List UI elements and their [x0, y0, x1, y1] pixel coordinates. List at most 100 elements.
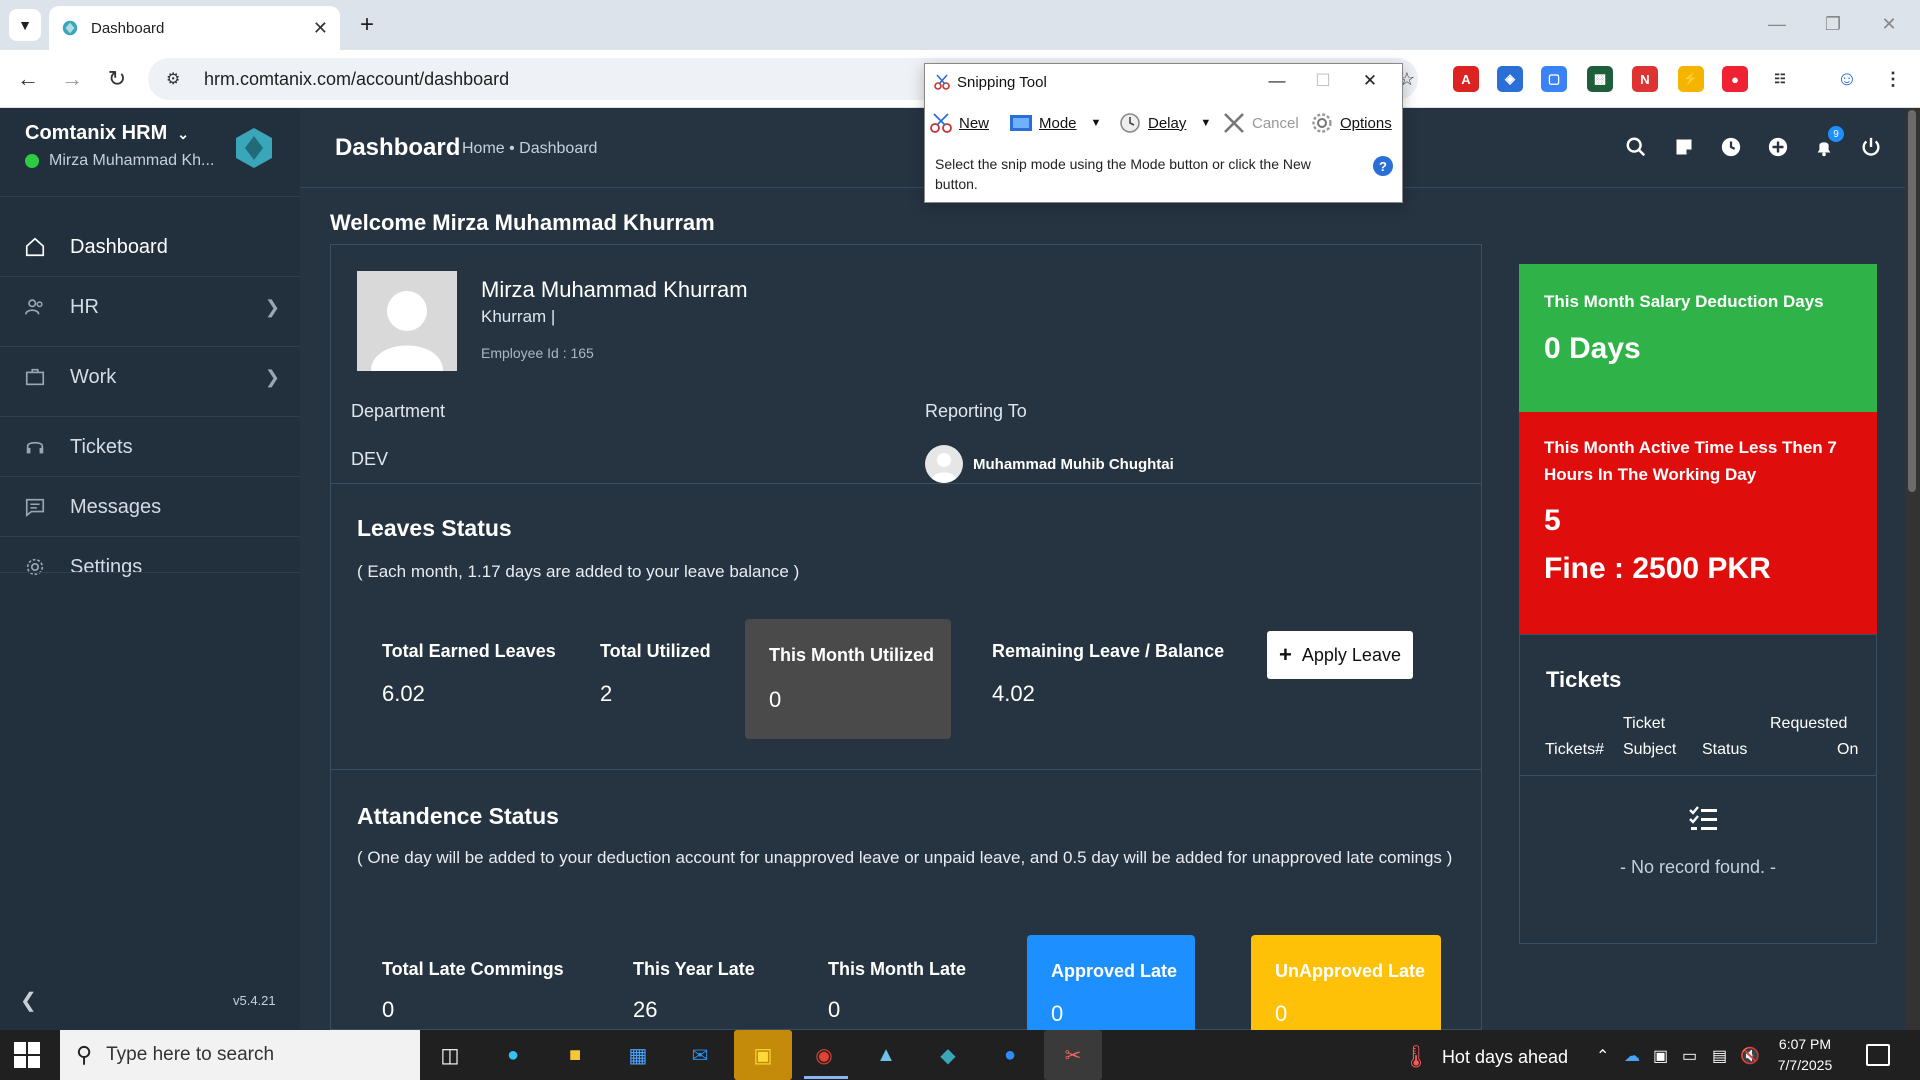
search-icon: ⚲ [76, 1042, 93, 1067]
tickets-title: Tickets [1546, 667, 1622, 692]
onedrive-icon[interactable]: ☁ [1624, 1046, 1640, 1066]
snip-options-button[interactable]: Options [1310, 110, 1392, 136]
snip-mode-label: Mode [1039, 114, 1077, 132]
microsoft-store-icon[interactable]: ▦ [618, 1038, 658, 1072]
chrome-icon[interactable]: ◉ [804, 1038, 844, 1072]
unapproved-late-box[interactable]: UnApproved Late 0 [1251, 935, 1441, 1035]
month-utilized-label: This Month Utilized [769, 645, 934, 665]
add-circle-icon[interactable] [1765, 134, 1791, 160]
bolt-extension-icon[interactable]: ⚡ [1678, 66, 1704, 92]
browser-menu-icon[interactable]: ⋮ [1880, 66, 1906, 92]
sidebar-item-label: Settings [70, 555, 143, 578]
sidebar-item-label: HR [70, 295, 99, 318]
snip-minimize-button[interactable]: — [1257, 68, 1297, 94]
tickets-empty-message: - No record found. - [1619, 857, 1777, 877]
volume-muted-icon[interactable]: 🔇 [1740, 1046, 1760, 1066]
new-badge-extension-icon[interactable]: N [1632, 66, 1658, 92]
back-button[interactable]: ← [13, 64, 43, 94]
help-icon[interactable]: ? [1373, 156, 1393, 176]
pdf-extension-icon[interactable]: A [1453, 66, 1479, 92]
scissors-icon [934, 74, 950, 90]
windows-start-icon[interactable] [14, 1042, 40, 1068]
sticky-notes-icon[interactable]: ▣ [734, 1030, 792, 1080]
apply-leave-button[interactable]: + Apply Leave [1267, 631, 1413, 679]
restore-window-button[interactable]: ❐ [1810, 6, 1856, 42]
leaves-note: ( Each month, 1.17 days are added to you… [357, 562, 800, 581]
site-favicon-icon [62, 20, 78, 36]
address-url: hrm.comtanix.com/account/dashboard [204, 68, 510, 89]
snip-mode-button[interactable]: Mode ▼ [1009, 110, 1101, 136]
sidebar-item-work[interactable]: Work ❯ [0, 348, 300, 406]
comtanix-logo-icon [236, 128, 272, 168]
app-sidebar: Comtanix HRM ⌄ Mirza Muhammad Kh... Dashb… [0, 108, 300, 1030]
docs-extension-icon[interactable]: ▢ [1541, 66, 1567, 92]
new-tab-button[interactable]: + [352, 10, 382, 40]
edge-browser-icon[interactable]: ● [493, 1038, 533, 1072]
folder-extension-icon[interactable]: ▩ [1587, 66, 1613, 92]
page-scrollbar-thumb[interactable] [1908, 110, 1916, 492]
sidebar-item-settings[interactable]: Settings [0, 538, 300, 596]
snipping-tool-taskbar-icon[interactable]: ✂ [1044, 1030, 1102, 1080]
approved-late-label: Approved Late [1051, 961, 1178, 981]
power-icon[interactable] [1858, 134, 1884, 160]
network-icon[interactable]: ▤ [1712, 1046, 1727, 1066]
reload-button[interactable]: ↻ [102, 64, 132, 94]
shield-extension-icon[interactable]: ◈ [1497, 66, 1523, 92]
snip-close-button[interactable]: ✕ [1350, 68, 1390, 94]
profile-avatar-icon[interactable]: ☺ [1834, 66, 1860, 92]
sidebar-item-hr[interactable]: HR ❯ [0, 278, 300, 336]
site-info-icon[interactable]: ⚙ [166, 69, 186, 89]
weather-widget[interactable]: 🌡 Hot days ahead [1402, 1044, 1568, 1070]
snip-cancel-label: Cancel [1252, 114, 1299, 132]
notes-icon[interactable] [1671, 134, 1697, 160]
task-view-icon[interactable]: ◫ [430, 1038, 470, 1072]
reporting-to-name[interactable]: Muhammad Muhib Chughtai [973, 456, 1174, 473]
dropdown-arrow-icon[interactable]: ▼ [1091, 117, 1102, 129]
comtanix-app-icon[interactable]: ◆ [928, 1038, 968, 1072]
forward-button[interactable]: → [57, 64, 87, 94]
snip-delay-button[interactable]: Delay ▼ [1118, 110, 1211, 136]
sidebar-item-label: Work [70, 365, 117, 388]
collapse-sidebar-icon[interactable]: ❮ [20, 988, 37, 1013]
dropdown-arrow-icon[interactable]: ▼ [1200, 117, 1211, 129]
pokeball-extension-icon[interactable]: ● [1722, 66, 1748, 92]
browser-tab[interactable]: Dashboard ✕ [49, 6, 340, 50]
show-hidden-icons-icon[interactable]: ⌃ [1596, 1046, 1609, 1066]
taskbar-search-input[interactable]: ⚲ Type here to search [60, 1030, 420, 1080]
search-icon[interactable] [1623, 134, 1649, 160]
sidebar-item-dashboard[interactable]: Dashboard [0, 218, 300, 276]
main-content: Dashboard Home • Dashboard 9 Welcome Mir… [300, 108, 1905, 1035]
browser-tabstrip: ▼ Dashboard ✕ + — ❐ ✕ [0, 0, 1920, 50]
tab-search-button[interactable]: ▼ [9, 9, 41, 41]
tab-close-icon[interactable]: ✕ [313, 18, 328, 39]
minimize-window-button[interactable]: — [1754, 6, 1800, 42]
employee-card: Mirza Muhammad Khurram Khurram | Employe… [330, 244, 1482, 1035]
mail-icon[interactable]: ✉ [680, 1038, 720, 1072]
battery-icon[interactable]: ▭ [1682, 1046, 1697, 1066]
zoom-icon[interactable]: ● [990, 1038, 1030, 1072]
col-requested-line1: Requested [1770, 715, 1848, 732]
approved-late-box[interactable]: Approved Late 0 [1027, 935, 1195, 1035]
snip-cancel-button[interactable]: Cancel [1222, 110, 1299, 136]
close-window-button[interactable]: ✕ [1866, 6, 1912, 42]
employee-name: Mirza Muhammad Khurram [481, 277, 748, 302]
taskbar-clock[interactable]: 6:07 PM 7/7/2025 [1760, 1034, 1850, 1076]
notes-app-icon[interactable]: ▲ [866, 1038, 906, 1072]
avatar [357, 271, 457, 371]
brand-switcher[interactable]: Comtanix HRM ⌄ [25, 122, 189, 145]
windows-taskbar: ⚲ Type here to search ◫ ● ■ ▦ ✉ ▣ ◉ ▲ ◆ … [0, 1030, 1920, 1080]
meet-now-icon[interactable]: ▣ [1653, 1046, 1668, 1066]
sidebar-item-messages[interactable]: Messages [0, 478, 300, 536]
sidebar-item-tickets[interactable]: Tickets [0, 418, 300, 476]
notification-center-icon[interactable] [1866, 1044, 1890, 1066]
welcome-heading: Welcome Mirza Muhammad Khurram [330, 210, 715, 235]
clock-icon[interactable] [1718, 134, 1744, 160]
puzzle-extensions-icon[interactable]: ☷ [1767, 66, 1793, 92]
file-explorer-icon[interactable]: ■ [555, 1038, 595, 1072]
attendance-status-title: Attandence Status [357, 803, 559, 829]
current-user: Mirza Muhammad Kh... [25, 152, 214, 170]
snip-new-button[interactable]: New [929, 110, 989, 136]
clock-date: 7/7/2025 [1777, 1057, 1833, 1073]
snip-maximize-button[interactable]: ☐ [1303, 68, 1343, 94]
utilized-value: 2 [600, 681, 613, 706]
